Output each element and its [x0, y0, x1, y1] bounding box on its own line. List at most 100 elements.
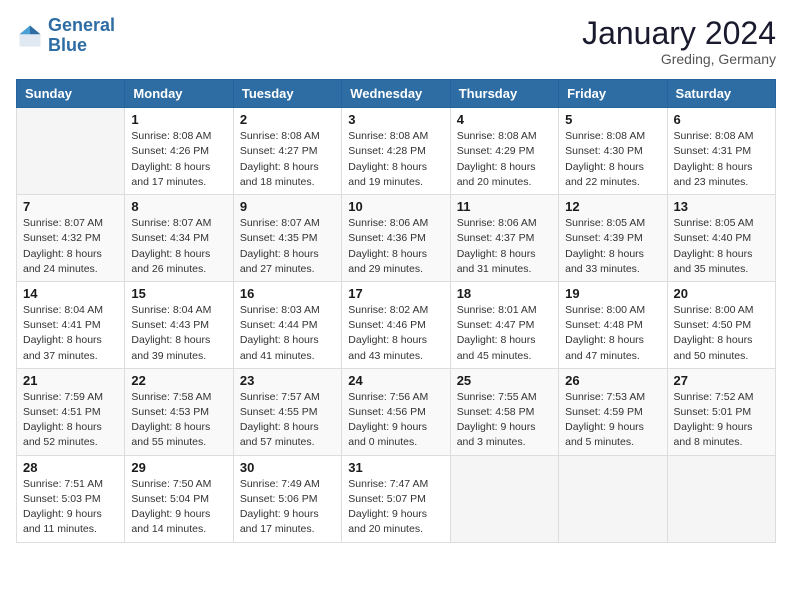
- calendar-cell: 19Sunrise: 8:00 AMSunset: 4:48 PMDayligh…: [559, 281, 667, 368]
- day-info: Sunrise: 8:02 AMSunset: 4:46 PMDaylight:…: [348, 303, 443, 364]
- calendar-cell: 30 Sunrise: 7:49 AMSunset: 5:06 PMDayligh…: [233, 455, 341, 542]
- logo-text: General Blue: [48, 16, 115, 56]
- weekday-header-monday: Monday: [125, 80, 233, 108]
- day-info: Sunrise: 8:04 AMSunset: 4:41 PMDaylight:…: [23, 303, 118, 364]
- day-number: 12: [565, 199, 660, 214]
- calendar-cell: 29 Sunrise: 7:50 AMSunset: 5:04 PMDayligh…: [125, 455, 233, 542]
- logo-icon: [16, 22, 44, 50]
- day-info: Sunrise: 8:07 AMSunset: 4:32 PMDaylight:…: [23, 216, 118, 277]
- calendar-cell: 12Sunrise: 8:05 AMSunset: 4:39 PMDayligh…: [559, 195, 667, 282]
- calendar-cell: 17 Sunrise: 8:02 AMSunset: 4:46 PMDayligh…: [342, 281, 450, 368]
- day-number: 17: [348, 286, 443, 301]
- weekday-header-friday: Friday: [559, 80, 667, 108]
- day-info: Sunrise: 8:01 AMSunset: 4:47 PMDaylight:…: [457, 303, 552, 364]
- logo: General Blue: [16, 16, 115, 56]
- calendar-cell: 6 Sunrise: 8:08 AMSunset: 4:31 PMDaylight…: [667, 108, 775, 195]
- day-number: 29: [131, 460, 226, 475]
- day-info: Sunrise: 8:08 AMSunset: 4:30 PMDaylight:…: [565, 129, 660, 190]
- calendar-cell: 10Sunrise: 8:06 AMSunset: 4:36 PMDayligh…: [342, 195, 450, 282]
- calendar-cell: [450, 455, 558, 542]
- calendar-cell: 26 Sunrise: 7:53 AMSunset: 4:59 PMDayligh…: [559, 368, 667, 455]
- day-number: 18: [457, 286, 552, 301]
- day-number: 21: [23, 373, 118, 388]
- day-info: Sunrise: 7:49 AMSunset: 5:06 PMDaylight:…: [240, 477, 335, 538]
- day-info: Sunrise: 8:03 AMSunset: 4:44 PMDaylight:…: [240, 303, 335, 364]
- day-info: Sunrise: 7:56 AMSunset: 4:56 PMDaylight:…: [348, 390, 443, 451]
- weekday-header-sunday: Sunday: [17, 80, 125, 108]
- day-number: 13: [674, 199, 769, 214]
- calendar-cell: 18 Sunrise: 8:01 AMSunset: 4:47 PMDayligh…: [450, 281, 558, 368]
- day-number: 6: [674, 112, 769, 127]
- calendar-cell: 3 Sunrise: 8:08 AMSunset: 4:28 PMDaylight…: [342, 108, 450, 195]
- calendar-cell: 4Sunrise: 8:08 AMSunset: 4:29 PMDaylight…: [450, 108, 558, 195]
- day-info: Sunrise: 7:52 AMSunset: 5:01 PMDaylight:…: [674, 390, 769, 451]
- calendar-cell: 9 Sunrise: 8:07 AMSunset: 4:35 PMDaylight…: [233, 195, 341, 282]
- day-info: Sunrise: 8:05 AMSunset: 4:40 PMDaylight:…: [674, 216, 769, 277]
- day-number: 3: [348, 112, 443, 127]
- calendar-cell: 5 Sunrise: 8:08 AMSunset: 4:30 PMDaylight…: [559, 108, 667, 195]
- weekday-header-row: SundayMondayTuesdayWednesdayThursdayFrid…: [17, 80, 776, 108]
- day-info: Sunrise: 8:07 AMSunset: 4:35 PMDaylight:…: [240, 216, 335, 277]
- day-info: Sunrise: 7:50 AMSunset: 5:04 PMDaylight:…: [131, 477, 226, 538]
- day-number: 2: [240, 112, 335, 127]
- day-info: Sunrise: 7:51 AMSunset: 5:03 PMDaylight:…: [23, 477, 118, 538]
- day-info: Sunrise: 8:04 AMSunset: 4:43 PMDaylight:…: [131, 303, 226, 364]
- calendar-cell: 1 Sunrise: 8:08 AMSunset: 4:26 PMDaylight…: [125, 108, 233, 195]
- day-number: 30: [240, 460, 335, 475]
- day-info: Sunrise: 8:06 AMSunset: 4:37 PMDaylight:…: [457, 216, 552, 277]
- month-title: January 2024: [582, 16, 776, 51]
- week-row-3: 14 Sunrise: 8:04 AMSunset: 4:41 PMDayligh…: [17, 281, 776, 368]
- day-number: 26: [565, 373, 660, 388]
- calendar-cell: 23Sunrise: 7:57 AMSunset: 4:55 PMDayligh…: [233, 368, 341, 455]
- calendar-cell: 22Sunrise: 7:58 AMSunset: 4:53 PMDayligh…: [125, 368, 233, 455]
- day-info: Sunrise: 8:07 AMSunset: 4:34 PMDaylight:…: [131, 216, 226, 277]
- day-number: 16: [240, 286, 335, 301]
- calendar-cell: 14 Sunrise: 8:04 AMSunset: 4:41 PMDayligh…: [17, 281, 125, 368]
- day-info: Sunrise: 7:47 AMSunset: 5:07 PMDaylight:…: [348, 477, 443, 538]
- day-info: Sunrise: 7:57 AMSunset: 4:55 PMDaylight:…: [240, 390, 335, 451]
- week-row-1: 1 Sunrise: 8:08 AMSunset: 4:26 PMDaylight…: [17, 108, 776, 195]
- day-number: 1: [131, 112, 226, 127]
- calendar-cell: 27 Sunrise: 7:52 AMSunset: 5:01 PMDayligh…: [667, 368, 775, 455]
- calendar-cell: 8 Sunrise: 8:07 AMSunset: 4:34 PMDaylight…: [125, 195, 233, 282]
- calendar-cell: 2 Sunrise: 8:08 AMSunset: 4:27 PMDaylight…: [233, 108, 341, 195]
- title-block: January 2024 Greding, Germany: [582, 16, 776, 67]
- day-info: Sunrise: 7:53 AMSunset: 4:59 PMDaylight:…: [565, 390, 660, 451]
- calendar-cell: 31 Sunrise: 7:47 AMSunset: 5:07 PMDayligh…: [342, 455, 450, 542]
- calendar-cell: 13 Sunrise: 8:05 AMSunset: 4:40 PMDayligh…: [667, 195, 775, 282]
- day-info: Sunrise: 8:08 AMSunset: 4:31 PMDaylight:…: [674, 129, 769, 190]
- calendar-cell: 7Sunrise: 8:07 AMSunset: 4:32 PMDaylight…: [17, 195, 125, 282]
- day-number: 31: [348, 460, 443, 475]
- day-number: 28: [23, 460, 118, 475]
- day-info: Sunrise: 8:08 AMSunset: 4:26 PMDaylight:…: [131, 129, 226, 190]
- day-info: Sunrise: 8:00 AMSunset: 4:48 PMDaylight:…: [565, 303, 660, 364]
- calendar-table: SundayMondayTuesdayWednesdayThursdayFrid…: [16, 79, 776, 542]
- calendar-cell: 11 Sunrise: 8:06 AMSunset: 4:37 PMDayligh…: [450, 195, 558, 282]
- day-number: 11: [457, 199, 552, 214]
- day-number: 9: [240, 199, 335, 214]
- day-number: 8: [131, 199, 226, 214]
- day-info: Sunrise: 8:06 AMSunset: 4:36 PMDaylight:…: [348, 216, 443, 277]
- day-number: 14: [23, 286, 118, 301]
- day-info: Sunrise: 8:08 AMSunset: 4:29 PMDaylight:…: [457, 129, 552, 190]
- weekday-header-saturday: Saturday: [667, 80, 775, 108]
- weekday-header-wednesday: Wednesday: [342, 80, 450, 108]
- week-row-2: 7Sunrise: 8:07 AMSunset: 4:32 PMDaylight…: [17, 195, 776, 282]
- calendar-cell: 15Sunrise: 8:04 AMSunset: 4:43 PMDayligh…: [125, 281, 233, 368]
- calendar-cell: 24 Sunrise: 7:56 AMSunset: 4:56 PMDayligh…: [342, 368, 450, 455]
- location: Greding, Germany: [582, 51, 776, 67]
- calendar-cell: 25Sunrise: 7:55 AMSunset: 4:58 PMDayligh…: [450, 368, 558, 455]
- day-number: 27: [674, 373, 769, 388]
- day-info: Sunrise: 8:08 AMSunset: 4:28 PMDaylight:…: [348, 129, 443, 190]
- day-info: Sunrise: 7:55 AMSunset: 4:58 PMDaylight:…: [457, 390, 552, 451]
- calendar-cell: 21Sunrise: 7:59 AMSunset: 4:51 PMDayligh…: [17, 368, 125, 455]
- day-number: 5: [565, 112, 660, 127]
- calendar-cell: [17, 108, 125, 195]
- weekday-header-thursday: Thursday: [450, 80, 558, 108]
- day-info: Sunrise: 8:08 AMSunset: 4:27 PMDaylight:…: [240, 129, 335, 190]
- page-header: General Blue January 2024 Greding, Germa…: [16, 16, 776, 67]
- calendar-cell: 16 Sunrise: 8:03 AMSunset: 4:44 PMDayligh…: [233, 281, 341, 368]
- day-number: 24: [348, 373, 443, 388]
- day-info: Sunrise: 7:58 AMSunset: 4:53 PMDaylight:…: [131, 390, 226, 451]
- week-row-5: 28 Sunrise: 7:51 AMSunset: 5:03 PMDayligh…: [17, 455, 776, 542]
